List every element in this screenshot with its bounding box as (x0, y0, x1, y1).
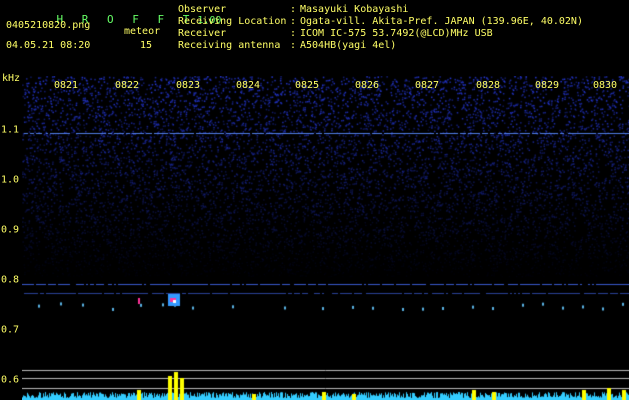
frequency-tick-label: 1.1 (1, 124, 20, 136)
spectrogram-canvas (22, 76, 629, 400)
info-value: A504HB(yagi 4el) (300, 40, 397, 51)
frequency-tick-label: 1.0 (1, 174, 20, 186)
time-tick-label: 0830 (592, 80, 618, 91)
info-value: ICOM IC-575 53.7492(@LCD)MHz USB (300, 28, 493, 39)
info-key: Receiving Location (178, 16, 287, 27)
info-row-antenna: Receiving antenna: A504HB(yagi 4el) (178, 40, 583, 52)
meteor-label: meteor (124, 26, 161, 37)
time-tick-label: 0821 (53, 80, 79, 91)
time-tick-label: 0822 (114, 80, 140, 91)
time-tick-label: 0829 (534, 80, 560, 91)
time-tick-label: 0827 (414, 80, 440, 91)
frequency-tick-label: 0.8 (1, 274, 20, 286)
time-tick-label: 0825 (294, 80, 320, 91)
capture-datetime: 04.05.21 08:20 (6, 40, 91, 51)
frequency-tick-label: 0.6 (1, 374, 20, 386)
info-row-observer: Observer: Masayuki Kobayashi (178, 4, 583, 16)
time-tick-label: 0828 (475, 80, 501, 91)
frequency-tick-label: 0.9 (1, 224, 20, 236)
info-value: Masayuki Kobayashi (300, 4, 409, 15)
frequency-unit-label: kHz (2, 73, 21, 84)
info-key: Receiver (178, 28, 227, 39)
time-tick-label: 0824 (235, 80, 261, 91)
meteor-count: 15 (140, 40, 153, 51)
info-separator: : (290, 40, 297, 51)
frequency-tick-label: 0.7 (1, 324, 20, 336)
info-separator: : (290, 4, 297, 15)
info-separator: : (290, 28, 297, 39)
info-row-receiver: Receiver: ICOM IC-575 53.7492(@LCD)MHz US… (178, 28, 583, 40)
info-separator: : (290, 16, 297, 27)
file-name: 0405210820.png (6, 20, 91, 31)
info-key: Receiving antenna (178, 40, 281, 51)
station-info: Observer: Masayuki Kobayashi Receiving Lo… (178, 4, 583, 52)
info-key: Observer (178, 4, 227, 15)
time-tick-label: 0826 (354, 80, 380, 91)
time-tick-label: 0823 (175, 80, 201, 91)
info-row-location: Receiving Location: Ogata-vill. Akita-Pre… (178, 16, 583, 28)
hrofft-window: H R O F F T 1.00 0405210820.png 04.05.21 … (0, 0, 629, 400)
info-value: Ogata-vill. Akita-Pref. JAPAN (139.96E, … (300, 16, 583, 27)
